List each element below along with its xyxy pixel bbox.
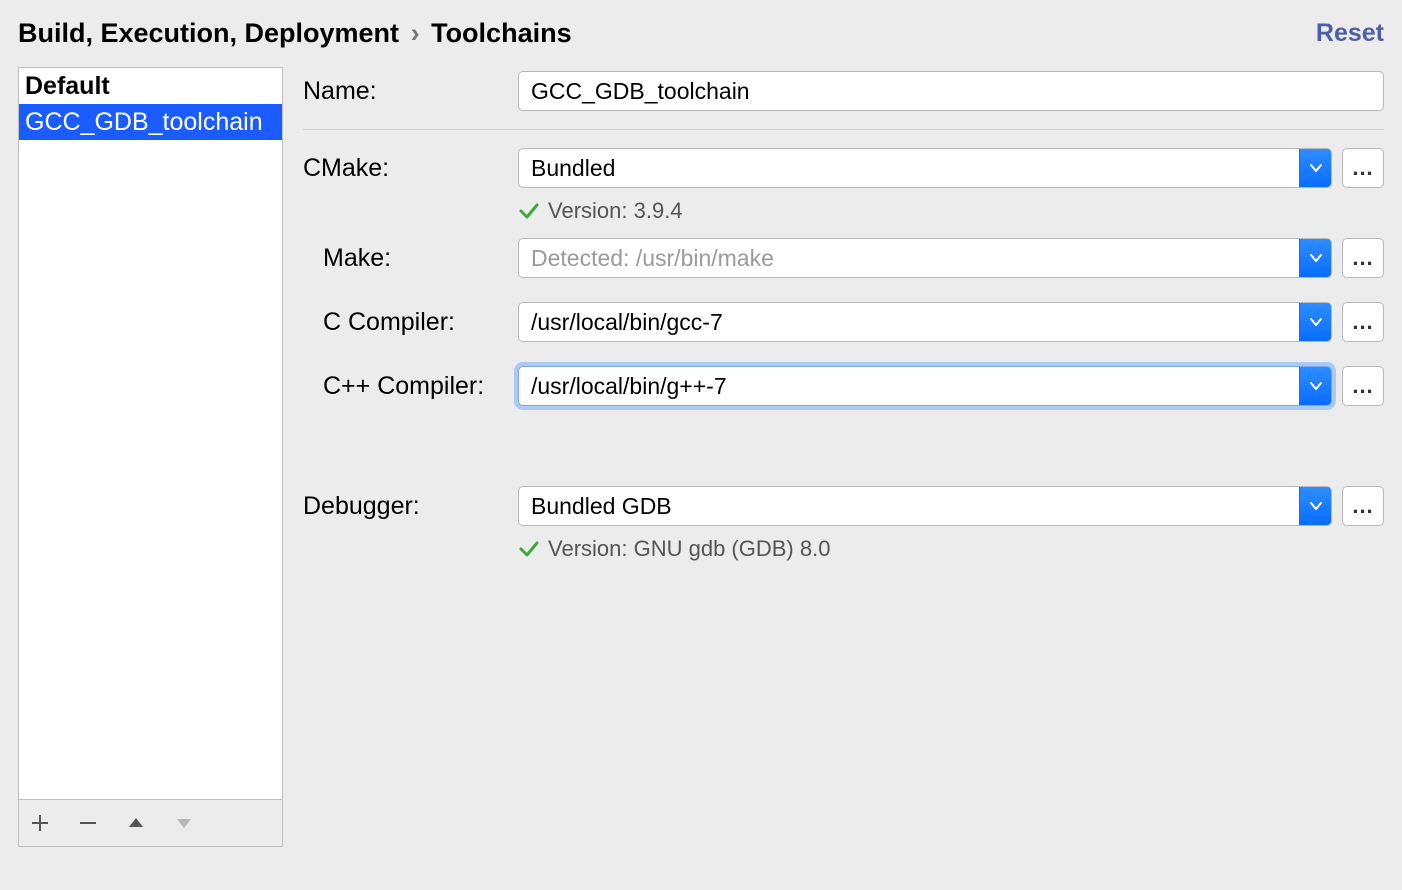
cmake-label: CMake: bbox=[303, 154, 518, 183]
cmake-version-hint: Version: 3.9.4 bbox=[518, 198, 1384, 224]
name-label: Name: bbox=[303, 77, 518, 106]
list-item[interactable]: Default bbox=[19, 68, 282, 104]
c-compiler-browse-button[interactable]: ... bbox=[1342, 302, 1384, 342]
check-icon bbox=[518, 200, 540, 222]
c-compiler-value: /usr/local/bin/gcc-7 bbox=[519, 303, 1299, 341]
name-input[interactable] bbox=[518, 71, 1384, 111]
debugger-version-text: Version: GNU gdb (GDB) 8.0 bbox=[548, 536, 830, 562]
cmake-value: Bundled bbox=[519, 149, 1299, 187]
separator bbox=[303, 129, 1384, 130]
chevron-down-icon bbox=[1299, 149, 1331, 187]
c-compiler-combo[interactable]: /usr/local/bin/gcc-7 bbox=[518, 302, 1332, 342]
triangle-down-icon bbox=[174, 813, 194, 833]
triangle-up-icon bbox=[126, 813, 146, 833]
debugger-label: Debugger: bbox=[303, 492, 518, 521]
minus-icon bbox=[78, 813, 98, 833]
toolchain-list: Default GCC_GDB_toolchain bbox=[18, 67, 283, 847]
toolchain-form: Name: CMake: Bundled ... bbox=[303, 67, 1384, 847]
make-label: Make: bbox=[303, 244, 518, 273]
cpp-compiler-label: C++ Compiler: bbox=[303, 372, 518, 401]
chevron-down-icon bbox=[1299, 367, 1331, 405]
add-button[interactable] bbox=[23, 806, 57, 840]
reset-link[interactable]: Reset bbox=[1316, 19, 1384, 48]
cpp-compiler-value: /usr/local/bin/g++-7 bbox=[519, 367, 1299, 405]
c-compiler-label: C Compiler: bbox=[303, 308, 518, 337]
make-combo[interactable]: Detected: /usr/bin/make bbox=[518, 238, 1332, 278]
chevron-right-icon: › bbox=[411, 18, 420, 48]
list-item[interactable]: GCC_GDB_toolchain bbox=[19, 104, 282, 140]
breadcrumb: Build, Execution, Deployment › Toolchain… bbox=[18, 18, 572, 49]
debugger-value: Bundled GDB bbox=[519, 487, 1299, 525]
move-up-button[interactable] bbox=[119, 806, 153, 840]
debugger-version-hint: Version: GNU gdb (GDB) 8.0 bbox=[518, 536, 1384, 562]
cpp-compiler-combo[interactable]: /usr/local/bin/g++-7 bbox=[518, 366, 1332, 406]
debugger-combo[interactable]: Bundled GDB bbox=[518, 486, 1332, 526]
check-icon bbox=[518, 538, 540, 560]
breadcrumb-seg2: Toolchains bbox=[431, 18, 572, 48]
chevron-down-icon bbox=[1299, 239, 1331, 277]
chevron-down-icon bbox=[1299, 487, 1331, 525]
cpp-compiler-browse-button[interactable]: ... bbox=[1342, 366, 1384, 406]
list-toolbar bbox=[19, 799, 282, 846]
plus-icon bbox=[30, 813, 50, 833]
make-placeholder: Detected: /usr/bin/make bbox=[519, 239, 1299, 277]
cmake-browse-button[interactable]: ... bbox=[1342, 148, 1384, 188]
breadcrumb-seg1[interactable]: Build, Execution, Deployment bbox=[18, 18, 399, 48]
cmake-combo[interactable]: Bundled bbox=[518, 148, 1332, 188]
make-browse-button[interactable]: ... bbox=[1342, 238, 1384, 278]
chevron-down-icon bbox=[1299, 303, 1331, 341]
move-down-button[interactable] bbox=[167, 806, 201, 840]
cmake-version-text: Version: 3.9.4 bbox=[548, 198, 683, 224]
debugger-browse-button[interactable]: ... bbox=[1342, 486, 1384, 526]
remove-button[interactable] bbox=[71, 806, 105, 840]
